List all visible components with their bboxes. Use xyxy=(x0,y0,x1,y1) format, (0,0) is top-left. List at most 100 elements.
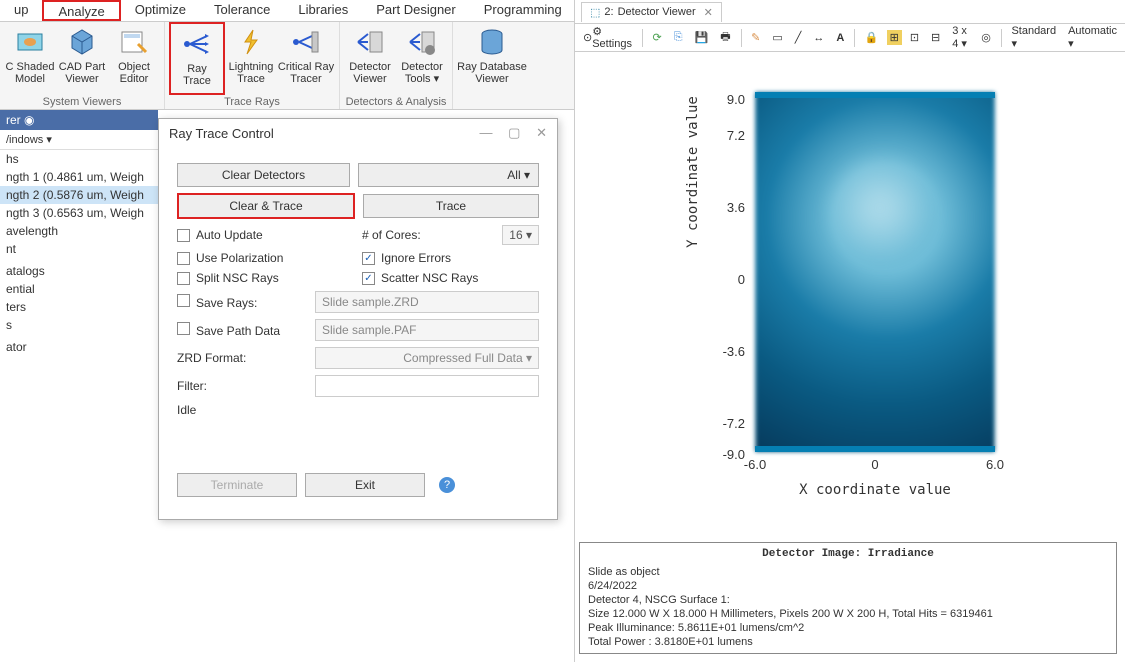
settings-button[interactable]: ⊙ ⚙ Settings xyxy=(579,23,636,52)
tree-item[interactable]: atalogs xyxy=(0,262,158,280)
auto-update-checkbox[interactable] xyxy=(177,229,190,242)
grid-icon[interactable]: ⊞ xyxy=(887,30,902,45)
trace-button[interactable]: Trace xyxy=(363,194,539,218)
lock-icon[interactable]: 🔒 xyxy=(861,29,883,46)
x-axis-label: X coordinate value xyxy=(755,482,995,498)
terminate-button: Terminate xyxy=(177,473,297,497)
y-axis-label: Y coordinate value xyxy=(685,72,701,272)
close-icon[interactable]: ✕ xyxy=(536,125,547,140)
ray-trace-button[interactable]: Ray Trace xyxy=(169,22,225,95)
ribbon-tab-analyze[interactable]: Analyze xyxy=(42,0,120,21)
save-path-checkbox[interactable] xyxy=(177,322,190,335)
ribbon-tab-programming[interactable]: Programming xyxy=(470,0,576,21)
standard-select[interactable]: Standard ▾ xyxy=(1007,23,1060,52)
tree-item[interactable]: ngth 2 (0.5876 um, Weigh xyxy=(0,186,158,204)
detector-tab-bar: ⬚ 2: Detector Viewer ✕ xyxy=(575,0,1125,24)
windows-dropdown[interactable]: /indows ▾ xyxy=(0,130,158,150)
minimize-icon[interactable]: — xyxy=(480,125,493,140)
tab-label: Detector Viewer xyxy=(618,6,696,18)
label: ⚙ Settings xyxy=(592,25,632,50)
tree-item[interactable]: ator xyxy=(0,338,158,356)
clear-detectors-button[interactable]: Clear Detectors xyxy=(177,163,350,187)
tree-item[interactable]: hs xyxy=(0,150,158,168)
filter-input[interactable] xyxy=(315,375,539,397)
ribbon-tab-libraries[interactable]: Libraries xyxy=(284,0,362,21)
object-editor-icon xyxy=(118,26,150,58)
label: Split NSC Rays xyxy=(196,271,279,285)
dialog-titlebar[interactable]: Ray Trace Control — ▢ ✕ xyxy=(159,119,557,147)
ribbon-tab-part-designer[interactable]: Part Designer xyxy=(362,0,469,21)
ribbon-group-detectors: Detector Viewer Detector Tools ▾ Detecto… xyxy=(340,22,453,109)
tree-item[interactable]: ential xyxy=(0,280,158,298)
detector-tab[interactable]: ⬚ 2: Detector Viewer ✕ xyxy=(581,2,722,22)
tree-item[interactable]: avelength xyxy=(0,222,158,240)
all-dropdown[interactable]: All ▾ xyxy=(358,163,539,187)
maximize-icon[interactable]: ▢ xyxy=(508,125,520,140)
y-tick: 0 xyxy=(705,272,745,287)
lightning-icon xyxy=(235,26,267,58)
ignore-errors-checkbox[interactable]: ✓ xyxy=(362,252,375,265)
dialog-title-text: Ray Trace Control xyxy=(169,126,274,141)
save-path-input[interactable] xyxy=(315,319,539,341)
tree-item[interactable]: ngth 3 (0.6563 um, Weigh xyxy=(0,204,158,222)
tree-item[interactable]: s xyxy=(0,316,158,334)
detector-tools-button[interactable]: Detector Tools ▾ xyxy=(396,22,448,95)
group-label xyxy=(457,95,527,109)
tool-icon[interactable]: ⊡ xyxy=(906,29,923,46)
group-label: Trace Rays xyxy=(169,95,335,109)
ribbon-tab-setup[interactable]: up xyxy=(0,0,42,21)
use-polarization-checkbox[interactable] xyxy=(177,252,190,265)
detector-toolbar: ⊙ ⚙ Settings ⟳ ⎘ 💾 🖶 ✎ ▭ ╱ ↔ A 🔒 ⊞ ⊡ ⊟ 3… xyxy=(575,24,1125,52)
explorer-header: rer ◉ xyxy=(0,110,158,130)
object-editor-button[interactable]: Object Editor xyxy=(108,22,160,95)
save-rays-input[interactable] xyxy=(315,291,539,313)
exit-button[interactable]: Exit xyxy=(305,473,425,497)
shaded-model-button[interactable]: C Shaded Model xyxy=(4,22,56,95)
y-tick: 3.6 xyxy=(705,200,745,215)
cad-part-viewer-button[interactable]: CAD Part Viewer xyxy=(56,22,108,95)
tree-item[interactable]: ters xyxy=(0,298,158,316)
tab-close-icon[interactable]: ✕ xyxy=(704,6,713,19)
zrd-format-select[interactable]: Compressed Full Data ▾ xyxy=(315,347,539,369)
automatic-select[interactable]: Automatic ▾ xyxy=(1064,23,1121,52)
cores-select[interactable]: 16 ▾ xyxy=(502,225,539,245)
pencil-icon[interactable]: ✎ xyxy=(747,29,764,46)
detector-viewer-button[interactable]: Detector Viewer xyxy=(344,22,396,95)
tool2-icon[interactable]: ⊟ xyxy=(927,29,944,46)
label: Detector Tools ▾ xyxy=(401,61,443,85)
save-icon[interactable]: 💾 xyxy=(691,29,713,46)
status-text: Idle xyxy=(177,403,196,417)
ribbon-tab-optimize[interactable]: Optimize xyxy=(121,0,200,21)
detector-info-box: Detector Image: Irradiance Slide as obje… xyxy=(579,542,1117,654)
explorer-pane: rer ◉ /indows ▾ hs ngth 1 (0.4861 um, We… xyxy=(0,110,158,662)
label: Object Editor xyxy=(118,61,150,85)
tree-item[interactable]: ngth 1 (0.4861 um, Weigh xyxy=(0,168,158,186)
critical-ray-tracer-button[interactable]: Critical Ray Tracer xyxy=(277,22,335,95)
target-icon[interactable]: ◎ xyxy=(977,29,995,46)
print-icon[interactable]: 🖶 xyxy=(716,26,734,49)
save-rays-checkbox[interactable] xyxy=(177,294,190,307)
database-icon xyxy=(476,26,508,58)
info-line: Size 12.000 W X 18.000 H Millimeters, Pi… xyxy=(588,607,1108,621)
y-axis-ticks: 9.0 7.2 3.6 0 -3.6 -7.2 -9.0 xyxy=(705,92,750,452)
clear-and-trace-button[interactable]: Clear & Trace xyxy=(177,193,355,219)
label: Ignore Errors xyxy=(381,251,451,265)
text-icon[interactable]: A xyxy=(832,30,848,46)
ray-database-viewer-button[interactable]: Ray Database Viewer xyxy=(457,22,527,95)
arrow-icon[interactable]: ↔ xyxy=(809,30,828,46)
filter-label: Filter: xyxy=(177,379,307,393)
lightning-trace-button[interactable]: Lightning Trace xyxy=(225,22,277,95)
grid-size-select[interactable]: 3 x 4 ▾ xyxy=(948,23,973,52)
tree-item[interactable]: nt xyxy=(0,240,158,258)
copy-icon[interactable]: ⎘ xyxy=(670,29,687,46)
scatter-nsc-checkbox[interactable]: ✓ xyxy=(362,272,375,285)
split-nsc-checkbox[interactable] xyxy=(177,272,190,285)
refresh-icon[interactable]: ⟳ xyxy=(649,29,666,46)
group-label: Detectors & Analysis xyxy=(344,95,448,109)
x-tick: -6.0 xyxy=(735,457,775,472)
detector-tools-icon xyxy=(406,26,438,58)
line-icon[interactable]: ╱ xyxy=(791,29,806,46)
rect-icon[interactable]: ▭ xyxy=(768,29,786,46)
help-icon[interactable]: ? xyxy=(439,477,455,493)
ribbon-tab-tolerance[interactable]: Tolerance xyxy=(200,0,284,21)
